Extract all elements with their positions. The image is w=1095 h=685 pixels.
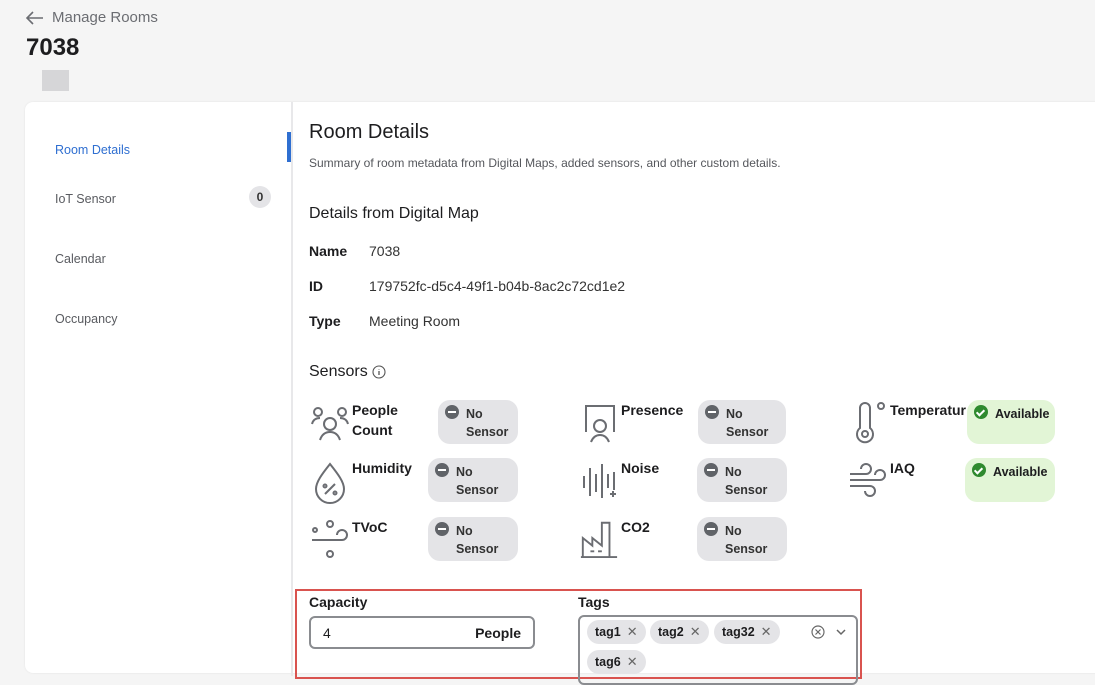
field-id-key: ID: [309, 278, 323, 294]
section-title: Room Details: [309, 121, 430, 143]
back-label: Manage Rooms: [52, 9, 158, 26]
sensor-status-humidity: No Sensor: [428, 458, 518, 502]
chevron-down-icon[interactable]: [835, 628, 847, 636]
check-circle-icon: [972, 463, 986, 477]
field-id-value: 179752fc-d5c4-49f1-b04b-8ac2c72cd1e2: [369, 278, 626, 294]
co2-factory-icon: [580, 521, 618, 558]
no-sensor-icon: [704, 463, 718, 477]
digital-map-heading: Details from Digital Map: [309, 205, 479, 222]
check-circle-icon: [974, 405, 988, 419]
sensor-status-noise: No Sensor: [697, 458, 787, 502]
tags-select[interactable]: tag1 ✕ tag2 ✕ tag32 ✕ tag6 ✕: [578, 615, 858, 685]
remove-tag-icon[interactable]: ✕: [627, 650, 638, 674]
section-subtitle: Summary of room metadata from Digital Ma…: [309, 156, 781, 170]
tvoc-icon: [312, 520, 348, 558]
presence-icon: [585, 405, 615, 443]
sensor-label-tvoc: TVoC: [352, 519, 388, 535]
sensor-status-tvoc: No Sensor: [428, 517, 518, 561]
sensor-status-co2: No Sensor: [697, 517, 787, 561]
sensor-label-iaq: IAQ: [890, 460, 915, 476]
sensor-status-iaq: Available: [965, 458, 1055, 502]
iaq-wind-icon: [850, 463, 886, 497]
sensor-status-presence: No Sensor: [698, 400, 786, 444]
field-type-value: Meeting Room: [369, 313, 461, 329]
sensors-heading-label: Sensors: [309, 363, 368, 380]
sidebar-item-iot-sensor[interactable]: IoT Sensor: [55, 192, 116, 206]
sensor-label-co2: CO2: [621, 519, 650, 535]
sidebar-divider: [291, 102, 293, 676]
content-card: [25, 102, 1095, 673]
no-sensor-icon: [705, 405, 719, 419]
arrow-left-icon: [26, 10, 43, 25]
page-title: 7038: [26, 34, 80, 61]
remove-tag-icon[interactable]: ✕: [690, 620, 701, 644]
sensor-label-humidity: Humidity: [352, 460, 412, 476]
iot-sensor-count-badge: 0: [249, 186, 271, 208]
sidebar-item-occupancy[interactable]: Occupancy: [55, 312, 118, 326]
no-sensor-icon: [704, 522, 718, 536]
capacity-value: 4: [323, 624, 331, 641]
tag-chip[interactable]: tag2 ✕: [650, 620, 709, 644]
field-type-key: Type: [309, 313, 341, 329]
active-indicator: [287, 132, 291, 162]
people-count-icon: [311, 407, 349, 441]
noise-icon: [583, 464, 616, 498]
no-sensor-icon: [435, 463, 449, 477]
remove-tag-icon[interactable]: ✕: [627, 620, 638, 644]
sensor-label-noise: Noise: [621, 460, 660, 476]
tag-chip[interactable]: tag32 ✕: [714, 620, 780, 644]
sidebar-item-room-details[interactable]: Room Details: [55, 143, 130, 157]
info-icon[interactable]: [372, 365, 386, 379]
capacity-label: Capacity: [309, 594, 368, 610]
field-name-value: 7038: [369, 243, 401, 259]
tags-label: Tags: [578, 594, 610, 610]
sensor-label-presence: Presence: [621, 402, 684, 418]
no-sensor-icon: [435, 522, 449, 536]
capacity-unit: People: [475, 624, 521, 641]
sensor-label-people-count: People Count: [352, 402, 398, 438]
sensor-status-people-count: No Sensor: [438, 400, 518, 444]
redacted-block: [42, 70, 69, 91]
sidebar-item-calendar[interactable]: Calendar: [55, 252, 106, 266]
humidity-icon: [314, 462, 346, 504]
field-name-key: Name: [309, 243, 348, 259]
capacity-input[interactable]: 4 People: [309, 616, 535, 649]
no-sensor-icon: [445, 405, 459, 419]
back-link[interactable]: Manage Rooms: [26, 9, 158, 26]
clear-all-icon[interactable]: [811, 625, 825, 639]
sensor-status-temperature: Available: [967, 400, 1055, 444]
tag-chip[interactable]: tag1 ✕: [587, 620, 646, 644]
tag-chip[interactable]: tag6 ✕: [587, 650, 646, 674]
sensor-label-temperature: Temperatur: [890, 402, 966, 418]
temperature-icon: [856, 402, 885, 444]
sensors-heading: Sensors: [309, 363, 386, 381]
remove-tag-icon[interactable]: ✕: [761, 620, 772, 644]
